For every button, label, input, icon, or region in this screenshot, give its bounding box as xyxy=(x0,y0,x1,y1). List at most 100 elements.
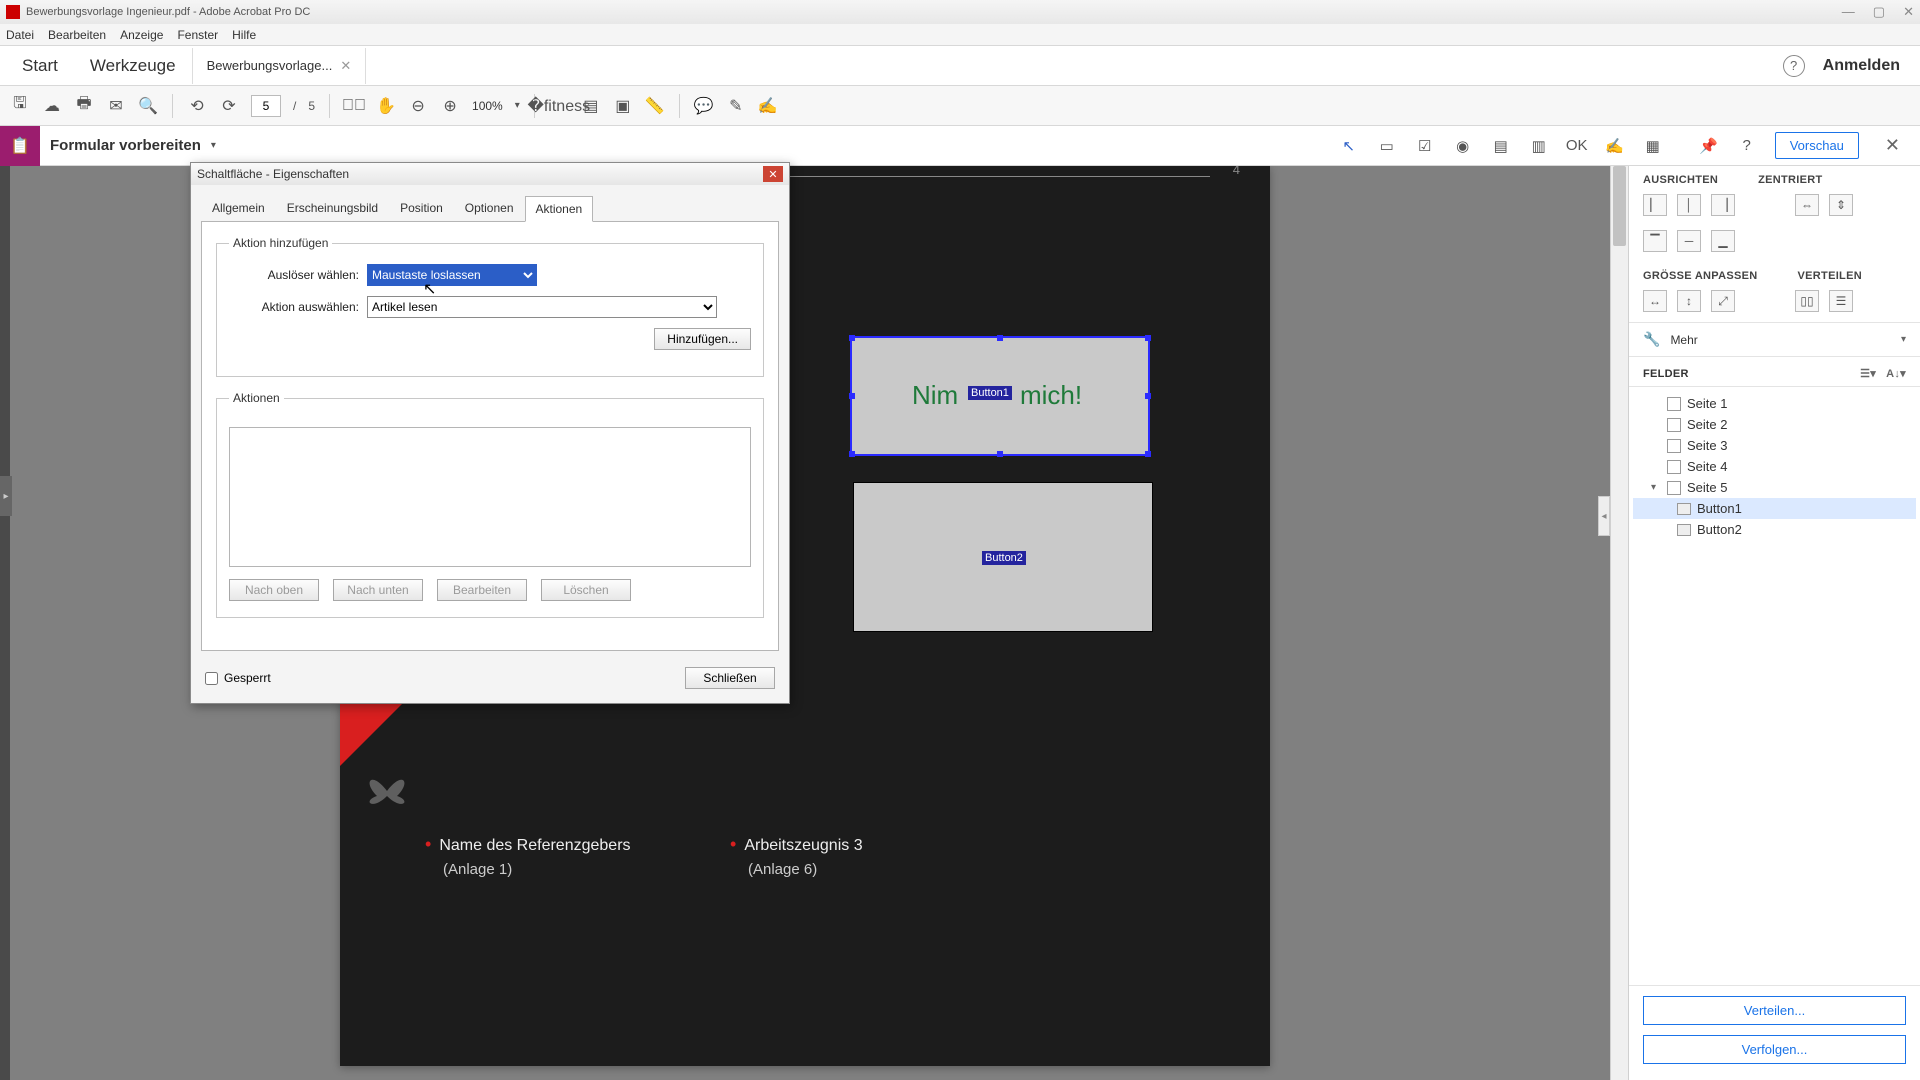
move-up-button[interactable]: Nach oben xyxy=(229,579,319,601)
align-bottom-icon[interactable]: ▁ xyxy=(1711,230,1735,252)
tree-field-button1[interactable]: Button1 xyxy=(1633,498,1916,519)
sort-icon[interactable]: ☰▾ xyxy=(1860,367,1876,380)
cloud-icon[interactable]: ☁ xyxy=(42,96,62,116)
page-up-icon[interactable]: ⟲ xyxy=(187,96,207,116)
select-arrow-icon[interactable]: ▭⃕ xyxy=(344,96,364,116)
scrollbar-thumb[interactable] xyxy=(1613,166,1626,246)
zoom-value[interactable]: 100% xyxy=(472,99,503,113)
align-right-icon[interactable]: ▕ xyxy=(1711,194,1735,216)
tab-options[interactable]: Optionen xyxy=(454,195,525,221)
tab-tools[interactable]: Werkzeuge xyxy=(74,48,192,84)
close-dialog-button[interactable]: Schließen xyxy=(685,667,775,689)
edit-action-button[interactable]: Bearbeiten xyxy=(437,579,527,601)
dialog-close-icon[interactable]: ✕ xyxy=(763,166,783,182)
distribute-button[interactable]: Verteilen... xyxy=(1643,996,1906,1025)
zoom-in-icon[interactable]: ⊕ xyxy=(440,96,460,116)
align-top-icon[interactable]: ▔ xyxy=(1643,230,1667,252)
tab-actions[interactable]: Aktionen xyxy=(525,196,594,222)
help-tool-icon[interactable]: ? xyxy=(1737,136,1757,156)
zoom-dropdown-icon[interactable]: ▾ xyxy=(515,100,520,111)
size-height-icon[interactable]: ↕ xyxy=(1677,290,1701,312)
form-prepare-label[interactable]: Formular vorbereiten xyxy=(40,137,211,154)
tab-document[interactable]: Bewerbungsvorlage... ✕ xyxy=(192,48,367,84)
close-formbar-icon[interactable]: ✕ xyxy=(1877,135,1908,156)
login-link[interactable]: Anmelden xyxy=(1823,57,1900,75)
comment-icon[interactable]: 💬 xyxy=(694,96,714,116)
locked-checkbox-label[interactable]: Gesperrt xyxy=(205,671,271,685)
align-center-v-icon[interactable]: ─ xyxy=(1677,230,1701,252)
twisty-icon[interactable]: ▾ xyxy=(1651,482,1661,493)
close-button[interactable]: ✕ xyxy=(1903,4,1914,20)
form-field-button1[interactable]: Nim Button1 mich! xyxy=(850,336,1150,456)
track-button[interactable]: Verfolgen... xyxy=(1643,1035,1906,1064)
vertical-scrollbar[interactable] xyxy=(1610,166,1628,1080)
nav-pane-expand[interactable]: ▸ xyxy=(0,476,12,516)
distribute-h-icon[interactable]: ▯▯ xyxy=(1795,290,1819,312)
actions-listbox[interactable] xyxy=(229,427,751,567)
fit-width-icon[interactable]: �fitness xyxy=(549,96,569,116)
list-field-icon[interactable]: ▤ xyxy=(1491,136,1511,156)
minimize-button[interactable]: — xyxy=(1842,4,1855,20)
menu-view[interactable]: Anzeige xyxy=(120,28,163,42)
move-down-button[interactable]: Nach unten xyxy=(333,579,423,601)
zoom-out-icon[interactable]: ⊖ xyxy=(408,96,428,116)
button-field-icon[interactable]: OK xyxy=(1567,136,1587,156)
menu-help[interactable]: Hilfe xyxy=(232,28,256,42)
distribute-v-icon[interactable]: ☰ xyxy=(1829,290,1853,312)
menu-edit[interactable]: Bearbeiten xyxy=(48,28,106,42)
size-both-icon[interactable]: ⤢ xyxy=(1711,290,1735,312)
center-h-icon[interactable]: ⇔ xyxy=(1795,194,1819,216)
page-number-input[interactable] xyxy=(251,95,281,117)
text-field-icon[interactable]: ▭ xyxy=(1377,136,1397,156)
barcode-field-icon[interactable]: ▦ xyxy=(1643,136,1663,156)
hand-icon[interactable]: ✋ xyxy=(376,96,396,116)
tree-page-1[interactable]: Seite 1 xyxy=(1633,393,1916,414)
ruler-icon[interactable]: 📏 xyxy=(645,96,665,116)
center-v-icon[interactable]: ⇕ xyxy=(1829,194,1853,216)
tree-field-button2[interactable]: Button2 xyxy=(1633,519,1916,540)
add-action-button[interactable]: Hinzufügen... xyxy=(654,328,751,350)
action-select[interactable]: Artikel lesen xyxy=(367,296,717,318)
pin-icon[interactable]: 📌 xyxy=(1699,136,1719,156)
tab-start[interactable]: Start xyxy=(6,48,74,84)
fit-page-icon[interactable]: ▤ xyxy=(581,96,601,116)
mail-icon[interactable]: ✉ xyxy=(106,96,126,116)
delete-action-button[interactable]: Löschen xyxy=(541,579,631,601)
radio-field-icon[interactable]: ◉ xyxy=(1453,136,1473,156)
trigger-select[interactable]: Maustaste loslassen xyxy=(367,264,537,286)
sort-az-icon[interactable]: A↓▾ xyxy=(1886,367,1906,380)
print-icon[interactable]: 🖶 xyxy=(74,96,94,116)
sign-icon[interactable]: ✍ xyxy=(758,96,778,116)
maximize-button[interactable]: ▢ xyxy=(1873,4,1885,20)
menu-file[interactable]: Datei xyxy=(6,28,34,42)
dropdown-field-icon[interactable]: ▥ xyxy=(1529,136,1549,156)
tree-page-5[interactable]: ▾Seite 5 xyxy=(1633,477,1916,498)
checkbox-field-icon[interactable]: ☑ xyxy=(1415,136,1435,156)
read-mode-icon[interactable]: ▣ xyxy=(613,96,633,116)
form-prepare-dropdown-icon[interactable]: ▾ xyxy=(211,140,216,151)
size-width-icon[interactable]: ↔ xyxy=(1643,290,1667,312)
tree-page-4[interactable]: Seite 4 xyxy=(1633,456,1916,477)
right-panel-collapse[interactable]: ◂ xyxy=(1598,496,1610,536)
menu-window[interactable]: Fenster xyxy=(177,28,218,42)
save-icon[interactable]: 🖫 xyxy=(10,96,30,116)
page-down-icon[interactable]: ⟳ xyxy=(219,96,239,116)
tree-page-3[interactable]: Seite 3 xyxy=(1633,435,1916,456)
help-icon[interactable]: ? xyxy=(1783,55,1805,77)
signature-field-icon[interactable]: ✍ xyxy=(1605,136,1625,156)
locked-checkbox[interactable] xyxy=(205,672,218,685)
align-center-h-icon[interactable]: │ xyxy=(1677,194,1701,216)
search-icon[interactable]: 🔍 xyxy=(138,96,158,116)
tab-position[interactable]: Position xyxy=(389,195,454,221)
tab-appearance[interactable]: Erscheinungsbild xyxy=(276,195,389,221)
dialog-titlebar[interactable]: Schaltfläche - Eigenschaften ✕ xyxy=(191,163,789,185)
highlight-icon[interactable]: ✎ xyxy=(726,96,746,116)
tab-close-icon[interactable]: ✕ xyxy=(340,58,351,74)
tree-page-2[interactable]: Seite 2 xyxy=(1633,414,1916,435)
more-row[interactable]: 🔧 Mehr ▾ xyxy=(1629,322,1920,357)
align-left-icon[interactable]: ▏ xyxy=(1643,194,1667,216)
preview-button[interactable]: Vorschau xyxy=(1775,132,1859,159)
tab-general[interactable]: Allgemein xyxy=(201,195,276,221)
form-field-button2[interactable]: Button2 xyxy=(853,482,1153,632)
select-tool-icon[interactable]: ↖ xyxy=(1339,136,1359,156)
